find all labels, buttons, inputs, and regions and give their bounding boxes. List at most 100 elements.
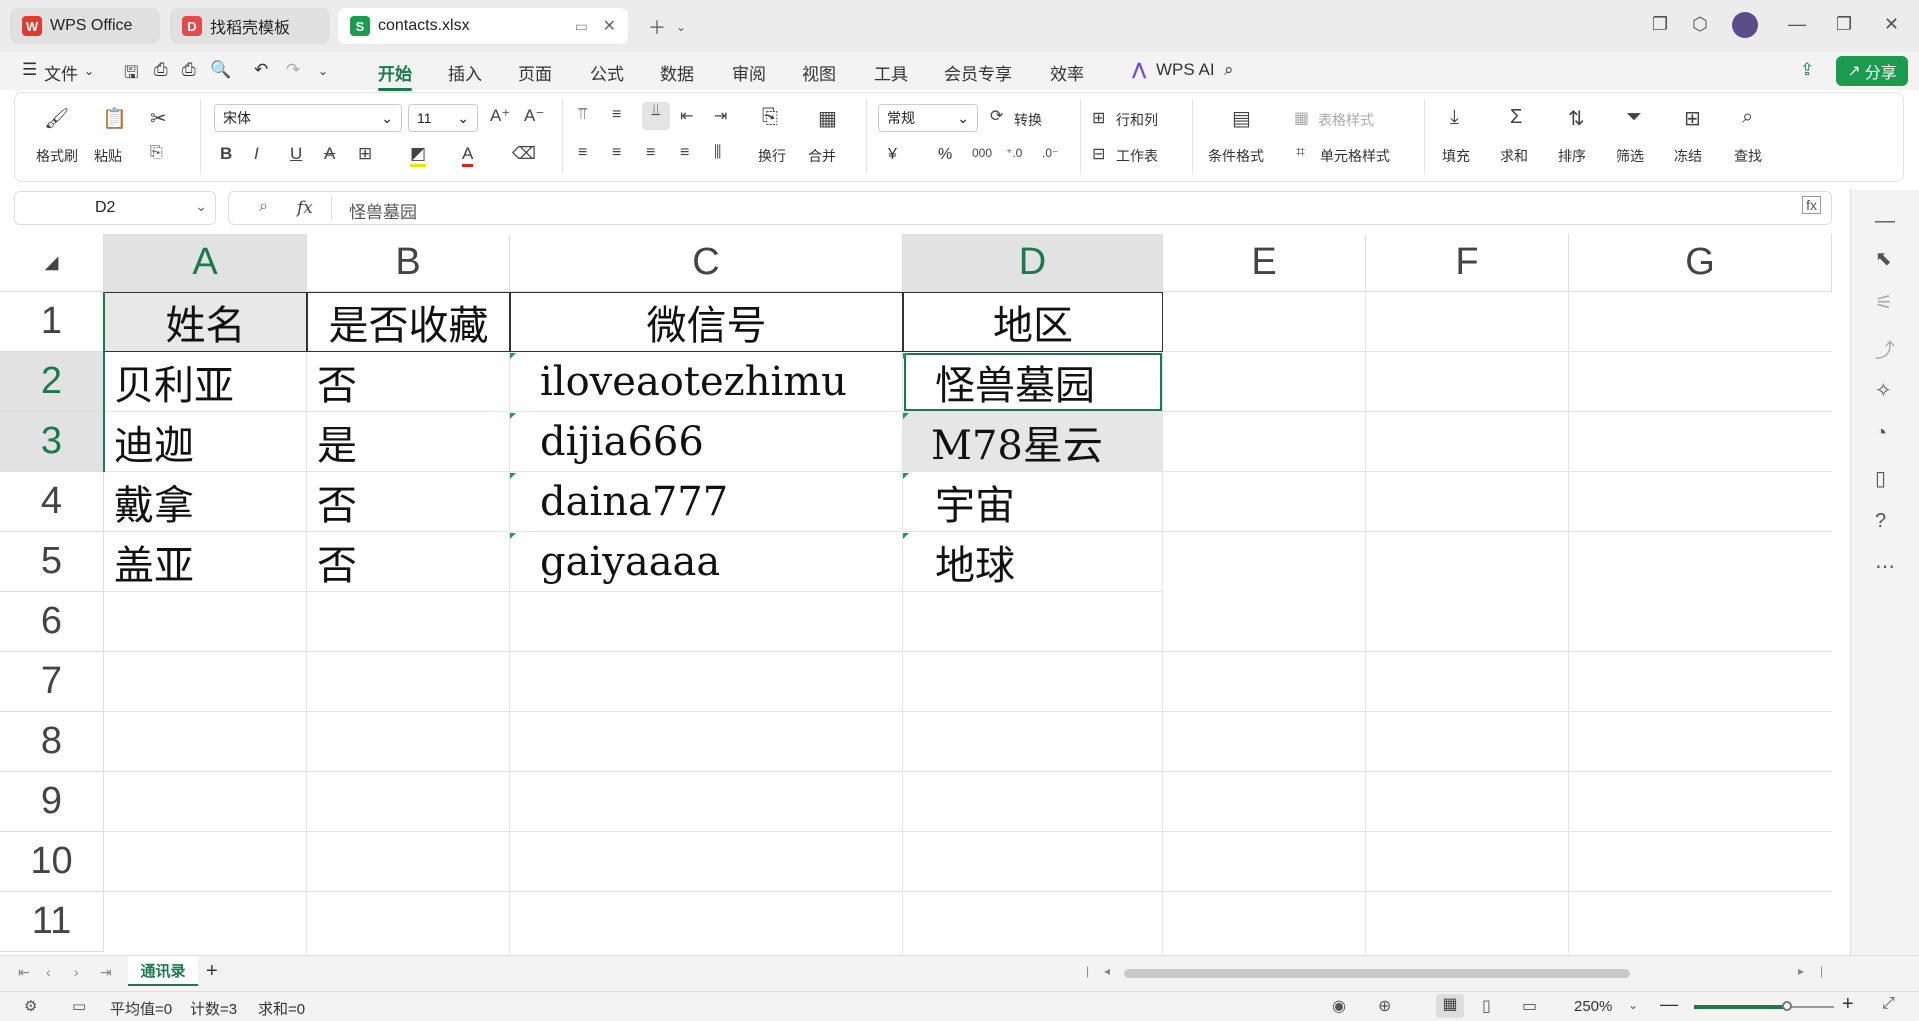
merge-button[interactable]: 合并: [808, 146, 836, 166]
tab-docer[interactable]: D 找稻壳模板: [170, 8, 330, 44]
align-top-icon[interactable]: ⫪: [578, 106, 587, 124]
menu-tools[interactable]: 工具: [874, 60, 908, 85]
align-center-icon[interactable]: ≡: [612, 144, 621, 162]
column-header-a[interactable]: A: [104, 234, 307, 292]
book-icon[interactable]: ▯: [1875, 466, 1886, 491]
font-color-icon[interactable]: A: [462, 144, 474, 167]
chevron-down-icon[interactable]: ⌄: [1628, 998, 1638, 1012]
undo-icon[interactable]: ↶: [254, 60, 268, 80]
last-sheet-icon[interactable]: ⇥: [100, 964, 112, 981]
next-sheet-icon[interactable]: ›: [74, 964, 79, 980]
chevron-down-icon[interactable]: ⌄: [318, 64, 328, 78]
cut-icon[interactable]: ✂: [150, 106, 167, 131]
chevron-down-icon[interactable]: ⌄: [676, 20, 686, 34]
menu-home[interactable]: 开始: [378, 60, 412, 91]
cloud-upload-icon[interactable]: ⇪: [1800, 60, 1814, 80]
convert-icon[interactable]: ⟳: [990, 106, 1003, 126]
prev-sheet-icon[interactable]: ‹: [46, 964, 51, 980]
align-right-icon[interactable]: ≡: [646, 144, 655, 162]
cell-b4[interactable]: 否: [307, 472, 510, 532]
font-size-select[interactable]: 11 ⌄: [408, 104, 478, 132]
italic-icon[interactable]: I: [254, 144, 259, 164]
fx-icon[interactable]: fx: [297, 198, 313, 218]
decimal-increase-icon[interactable]: ⁺.0: [1006, 146, 1022, 160]
comment-icon[interactable]: ▭: [72, 997, 86, 1015]
row-header-1[interactable]: 1: [0, 292, 104, 352]
cell-d5[interactable]: 地球: [903, 532, 1163, 592]
print-preview-icon[interactable]: 🔍: [210, 60, 231, 80]
scroll-left-icon[interactable]: ◂: [1104, 964, 1110, 978]
save-icon[interactable]: 🖫: [124, 60, 138, 89]
cell-c3[interactable]: dijia666: [510, 412, 903, 472]
cell-c1[interactable]: 微信号: [510, 292, 903, 352]
normal-view-icon[interactable]: ▦: [1436, 994, 1464, 1018]
zoom-formula-icon[interactable]: ⌕: [259, 198, 268, 216]
first-sheet-icon[interactable]: ⇤: [18, 964, 30, 981]
fullscreen-icon[interactable]: ⤢: [1882, 995, 1895, 1013]
cell-b5[interactable]: 否: [307, 532, 510, 592]
adjust-icon[interactable]: ⚟: [1875, 290, 1893, 315]
cell-a4[interactable]: 戴拿: [104, 472, 307, 532]
eye-icon[interactable]: ◉: [1332, 996, 1346, 1016]
zoom-in-icon[interactable]: +: [1842, 993, 1854, 1016]
fill-color-icon[interactable]: ◩: [410, 144, 427, 167]
window-list-icon[interactable]: ❐: [1652, 14, 1668, 35]
tab-wps-office[interactable]: W WPS Office: [10, 8, 160, 44]
row-header-7[interactable]: 7: [0, 652, 104, 712]
cell-c4[interactable]: daina777: [510, 472, 903, 532]
column-header-d[interactable]: D: [903, 234, 1163, 292]
row-header-3[interactable]: 3: [0, 412, 104, 472]
sheet-tab-contacts[interactable]: 通讯录: [128, 956, 198, 986]
row-header-6[interactable]: 6: [0, 592, 104, 652]
column-header-c[interactable]: C: [510, 234, 903, 292]
fill-icon[interactable]: ⤓: [1450, 106, 1459, 129]
horizontal-scrollbar-thumb[interactable]: [1124, 969, 1630, 978]
float-window-icon[interactable]: ▭: [575, 18, 588, 35]
cell-a5[interactable]: 盖亚: [104, 532, 307, 592]
cell-b1[interactable]: 是否收藏: [307, 292, 510, 352]
macro-icon[interactable]: ⚙: [24, 997, 37, 1015]
align-bottom-icon[interactable]: ⫫: [642, 102, 670, 130]
share-button[interactable]: ↗ 分享: [1836, 56, 1908, 86]
menu-page[interactable]: 页面: [518, 60, 552, 85]
conditional-format-button[interactable]: 条件格式: [1208, 146, 1264, 166]
cell-b2[interactable]: 否: [307, 352, 510, 412]
close-tab-icon[interactable]: ✕: [603, 16, 616, 36]
transform-icon[interactable]: ⤴: [1875, 334, 1895, 363]
number-format-select[interactable]: 常规 ⌄: [878, 104, 978, 132]
cell-style-button[interactable]: 单元格样式: [1320, 146, 1390, 166]
cube-icon[interactable]: ⬡: [1692, 14, 1708, 35]
font-name-select[interactable]: 宋体 ⌄: [214, 104, 402, 132]
freeze-button[interactable]: 冻结: [1674, 146, 1702, 166]
redo-icon[interactable]: ↷: [286, 60, 300, 80]
close-window-icon[interactable]: ✕: [1884, 14, 1899, 35]
print-icon[interactable]: ⎙: [182, 60, 196, 80]
add-sheet-icon[interactable]: +: [206, 960, 218, 983]
fill-button[interactable]: 填充: [1442, 146, 1470, 166]
cell-a3[interactable]: 迪迦: [104, 412, 307, 472]
row-header-10[interactable]: 10: [0, 832, 104, 892]
new-tab-icon[interactable]: ＋: [648, 14, 666, 40]
paste-icon[interactable]: 📋: [102, 106, 127, 131]
underline-icon[interactable]: U: [290, 144, 302, 164]
indent-decrease-icon[interactable]: ⇤: [680, 106, 693, 126]
minimize-icon[interactable]: —: [1788, 14, 1806, 35]
decimal-decrease-icon[interactable]: .0⁻: [1042, 146, 1058, 160]
select-all-corner[interactable]: ◢: [0, 234, 104, 292]
justify-icon[interactable]: ≡: [680, 144, 689, 162]
row-col-icon[interactable]: ⊞: [1092, 108, 1105, 128]
border-icon[interactable]: ⊞: [358, 144, 372, 164]
cell-a2[interactable]: 贝利亚: [104, 352, 307, 412]
sum-icon[interactable]: Σ: [1510, 106, 1522, 129]
avatar[interactable]: [1732, 12, 1758, 38]
menu-member[interactable]: 会员专享: [944, 60, 1012, 85]
conditional-format-icon[interactable]: ▤: [1232, 106, 1251, 131]
align-middle-icon[interactable]: ≡: [612, 106, 621, 124]
reading-view-icon[interactable]: ▯: [1482, 996, 1491, 1016]
thousands-icon[interactable]: 000: [972, 146, 992, 160]
currency-button[interactable]: ¥: [888, 146, 897, 164]
menu-data[interactable]: 数据: [660, 60, 694, 85]
cell-style-icon[interactable]: ⌗: [1296, 144, 1305, 162]
merge-icon[interactable]: ▦: [818, 106, 837, 131]
export-pdf-icon[interactable]: ⎙: [154, 60, 168, 80]
